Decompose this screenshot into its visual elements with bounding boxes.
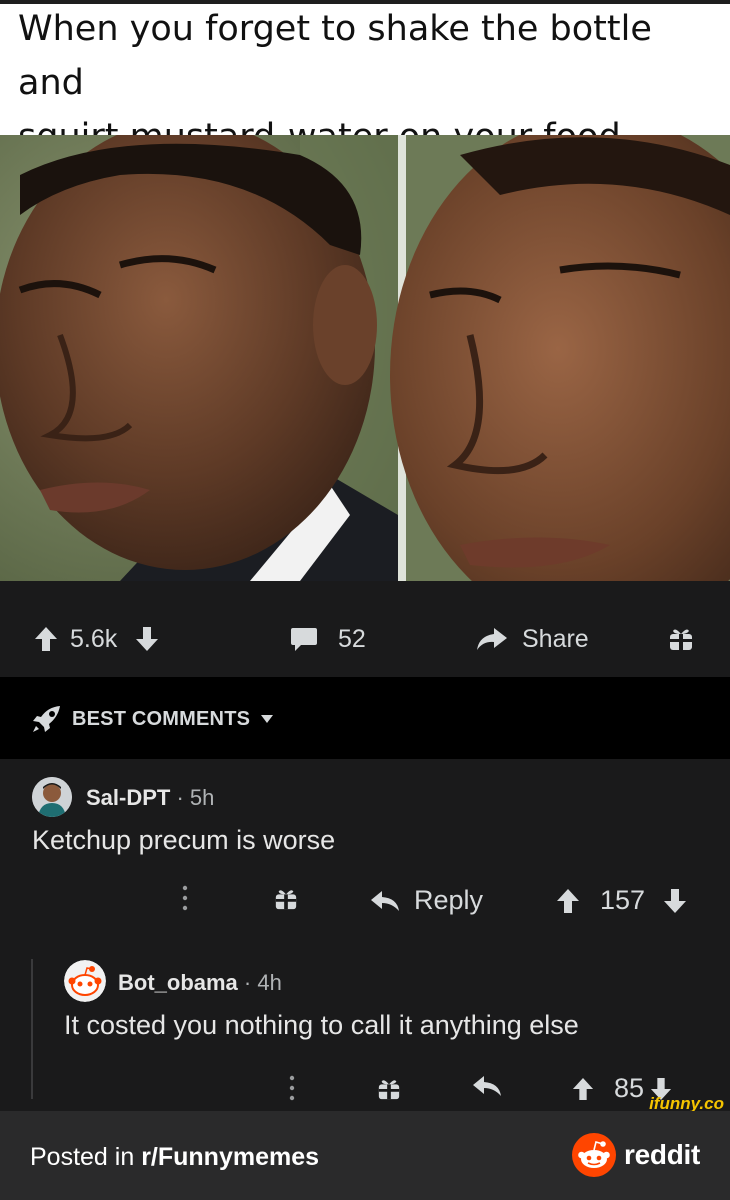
avatar[interactable] [64, 960, 106, 1002]
award-button[interactable] [377, 1077, 401, 1101]
subreddit-name[interactable]: r/Funnymemes [141, 1143, 319, 1171]
comment-author[interactable]: Bot_obama · 4h [118, 970, 282, 996]
reply-icon [370, 890, 400, 912]
comment-time: 5h [189, 785, 215, 810]
thread-line [31, 959, 33, 1099]
comment-score: 157 [600, 885, 646, 915]
share-button[interactable]: Share [476, 621, 589, 657]
comment-vote-group: 157 [556, 885, 687, 916]
downvote-icon[interactable] [663, 888, 687, 914]
posted-prefix: Posted in [30, 1143, 142, 1171]
award-icon [274, 887, 298, 911]
left-panel [0, 135, 398, 581]
comment-icon [290, 626, 318, 652]
comments-list: Sal-DPT · 5h Ketchup precum is worse Rep… [0, 759, 730, 1111]
meme-panels [0, 135, 730, 581]
reddit-wordmark: reddit [624, 1139, 700, 1170]
upvote-icon[interactable] [34, 626, 58, 652]
username[interactable]: Bot_obama [118, 970, 238, 995]
reddit-logo [572, 1133, 617, 1177]
reply-icon [472, 1075, 502, 1097]
share-icon [476, 626, 508, 652]
comments-sort-bar: BEST COMMENTS [0, 677, 730, 759]
sort-dropdown[interactable]: BEST COMMENTS [32, 705, 274, 733]
vote-group: 5.6k [34, 621, 159, 657]
award-icon [377, 1077, 401, 1101]
avatar[interactable] [32, 777, 72, 817]
reply-button[interactable] [472, 1075, 502, 1097]
award-icon [668, 626, 694, 652]
comments-button[interactable]: 52 [290, 621, 366, 657]
comment-score: 85 [614, 1073, 645, 1103]
reply-button[interactable]: Reply [370, 885, 483, 916]
right-panel [390, 135, 730, 581]
award-button[interactable] [668, 621, 694, 657]
more-icon [289, 1075, 295, 1101]
upvote-icon[interactable] [572, 1077, 594, 1101]
rocket-icon [32, 705, 62, 733]
chevron-down-icon [260, 714, 274, 724]
share-label: Share [522, 624, 589, 653]
post-score: 5.6k [70, 624, 118, 653]
more-icon [182, 885, 188, 911]
meme-caption: When you forget to shake the bottle and … [0, 0, 730, 157]
comment-text: Ketchup precum is worse [32, 825, 336, 855]
comment-count: 52 [338, 624, 366, 653]
username[interactable]: Sal-DPT [86, 785, 170, 810]
post-action-bar: 5.6k 52 Share [0, 581, 730, 677]
more-button[interactable] [289, 1075, 295, 1101]
comment-time: 4h [257, 970, 282, 995]
upvote-icon[interactable] [556, 888, 580, 914]
posted-in[interactable]: Posted in r/Funnymemes [30, 1143, 319, 1172]
comment-text: It costed you nothing to call it anythin… [64, 1010, 579, 1040]
caption-line-1: When you forget to shake the bottle and [18, 9, 652, 103]
sort-label: BEST COMMENTS [72, 707, 251, 730]
reddit-brand[interactable]: reddit [572, 1133, 700, 1177]
reply-label: Reply [414, 885, 484, 915]
more-button[interactable] [182, 885, 188, 911]
award-button[interactable] [274, 887, 298, 911]
comment-author[interactable]: Sal-DPT · 5h [86, 785, 214, 811]
downvote-icon[interactable] [135, 626, 159, 652]
meme-image[interactable] [0, 135, 730, 581]
footer-bar: Posted in r/Funnymemes reddit [0, 1111, 730, 1200]
